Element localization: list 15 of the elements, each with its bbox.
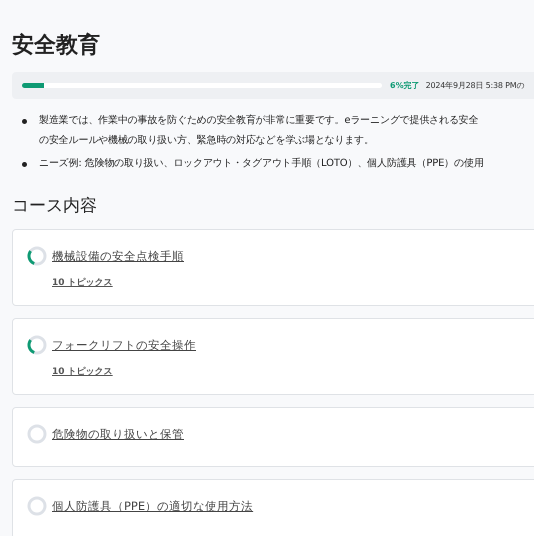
progress-percent: 6%完了	[390, 80, 420, 91]
course-link[interactable]: 機械設備の安全点検手順	[52, 248, 184, 264]
last-updated: 2024年9月28日 5:38 PMの	[426, 80, 524, 91]
course-link[interactable]: 個人防護具（PPE）の適切な使用方法	[52, 498, 254, 514]
description-text: の安全ルールや機械の取り扱い方、緊急時の対応などを学ぶ場となります。	[39, 134, 375, 148]
bullet-icon	[22, 119, 27, 124]
bullet-icon	[22, 162, 27, 167]
topics-link[interactable]: 10 トピックス	[52, 276, 113, 289]
page-title: 安全教育	[12, 32, 101, 60]
course-link[interactable]: 危険物の取り扱いと保管	[52, 426, 184, 442]
course-link[interactable]: フォークリフトの安全操作	[52, 338, 196, 352]
description-text: ニーズ例: 危険物の取り扱い、ロックアウト・タグアウト手順（LOTO）、個人防護具（PPE）の使用	[39, 156, 484, 171]
section-title: コース内容	[12, 195, 98, 217]
topics-link[interactable]: 10 トピックス	[52, 365, 113, 378]
description-text: 製造業では、作業中の事故を防ぐための安全教育が非常に重要です。eラーニングで提供される安全	[39, 114, 478, 128]
